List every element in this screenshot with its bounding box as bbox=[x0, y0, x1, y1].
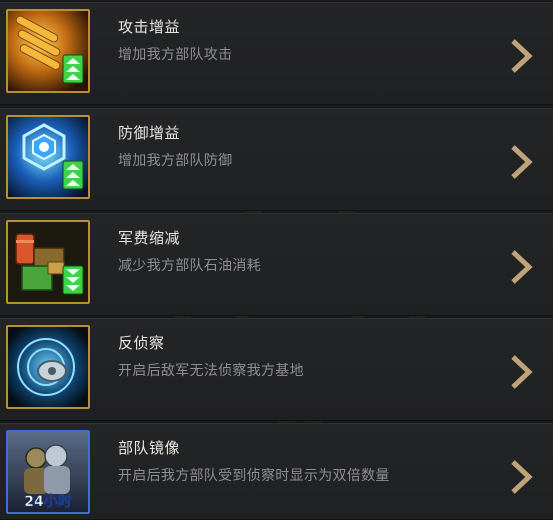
boost-list: 攻击增益 增加我方部队攻击 防御增益 增加我方部队防御 军费缩减 减少我方部队石… bbox=[0, 0, 553, 520]
soldier-mirror-icon: 24小时 bbox=[6, 430, 90, 514]
item-description: 增加我方部队防御 bbox=[118, 153, 233, 169]
chevron-right-icon[interactable] bbox=[507, 458, 535, 496]
list-item-troop-mirror[interactable]: 24小时 部队镜像 开启后我方部队受到侦察时显示为双倍数量 bbox=[0, 423, 553, 520]
list-item-defense-boost[interactable]: 防御增益 增加我方部队防御 bbox=[0, 108, 553, 211]
supply-crates-icon bbox=[6, 220, 90, 304]
ammo-boost-icon bbox=[6, 9, 90, 93]
item-title: 反侦察 bbox=[118, 334, 165, 352]
item-description: 增加我方部队攻击 bbox=[118, 47, 233, 63]
badge-24h: 24小时 bbox=[24, 493, 71, 510]
item-description: 减少我方部队石油消耗 bbox=[118, 258, 261, 274]
chevron-right-icon[interactable] bbox=[507, 353, 535, 391]
item-title: 攻击增益 bbox=[118, 18, 181, 36]
item-description: 开启后敌军无法侦察我方基地 bbox=[118, 363, 304, 379]
chevron-right-icon[interactable] bbox=[507, 248, 535, 286]
item-title: 军费缩减 bbox=[118, 229, 181, 247]
list-item-attack-boost[interactable]: 攻击增益 增加我方部队攻击 bbox=[0, 2, 553, 105]
radar-jammer-icon bbox=[6, 325, 90, 409]
shield-boost-icon bbox=[6, 115, 90, 199]
chevron-right-icon[interactable] bbox=[507, 37, 535, 75]
list-item-cost-reduction[interactable]: 军费缩减 减少我方部队石油消耗 bbox=[0, 213, 553, 316]
item-title: 防御增益 bbox=[118, 124, 181, 142]
chevron-right-icon[interactable] bbox=[507, 143, 535, 181]
item-description: 开启后我方部队受到侦察时显示为双倍数量 bbox=[118, 468, 390, 484]
list-item-counter-recon[interactable]: 反侦察 开启后敌军无法侦察我方基地 bbox=[0, 318, 553, 421]
item-title: 部队镜像 bbox=[118, 439, 181, 457]
